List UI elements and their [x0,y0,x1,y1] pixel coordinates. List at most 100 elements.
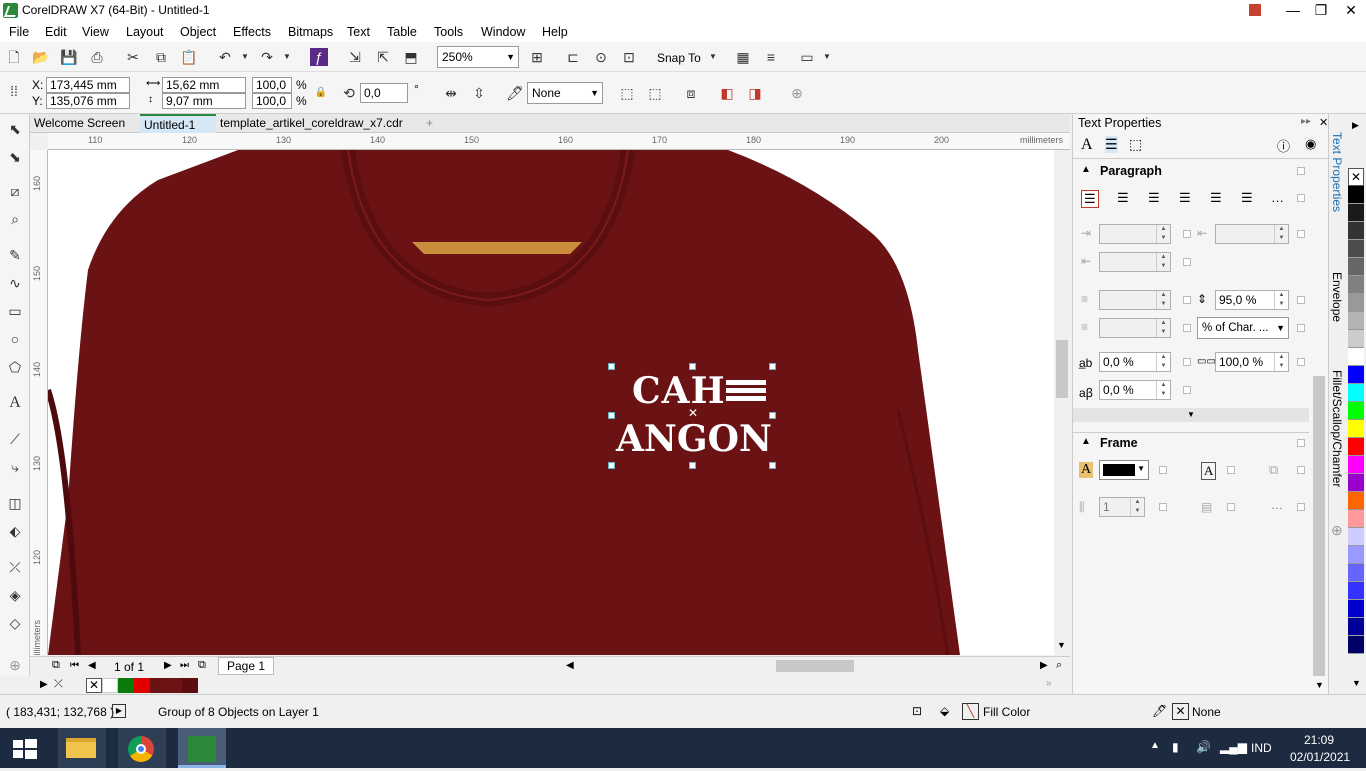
menu-help[interactable]: Help [542,25,568,39]
docker-scroll-down-icon[interactable]: ▼ [1315,680,1324,690]
grid-icon[interactable]: ⊙ [592,48,610,66]
menu-effects[interactable]: Effects [233,25,271,39]
white-palette-swatch[interactable] [1348,348,1364,366]
vertical-alignment-checkbox[interactable] [1227,466,1235,474]
transparency-icon[interactable]: ⬖ [6,522,24,540]
light-blue-swatch[interactable] [1348,546,1364,564]
add-icon[interactable]: ⊕ [788,84,806,102]
selection-handle[interactable] [689,462,696,469]
smart-fill-icon[interactable]: ◇ [6,614,24,632]
no-fill-swatch[interactable]: ✕ [1348,168,1364,186]
language-spacing-checkbox[interactable] [1183,386,1191,394]
black-swatch[interactable] [1348,186,1364,204]
align-center-icon[interactable]: ☰ [1148,190,1160,206]
vertical-scroll-thumb[interactable] [1056,340,1068,398]
minimize-button[interactable]: — [1278,0,1308,20]
gray-30-swatch[interactable] [1348,312,1364,330]
white-swatch[interactable] [102,678,118,693]
menu-bitmaps[interactable]: Bitmaps [288,25,333,39]
royal-blue-swatch[interactable] [1348,582,1364,600]
eyedropper-icon[interactable]: ⤫ [6,558,24,576]
paragraph-checkbox[interactable] [1297,167,1305,175]
rectangle-tool-icon[interactable]: ▭ [6,302,24,320]
magenta-swatch[interactable] [1348,456,1364,474]
drawing-canvas[interactable]: CAH ANGON ✕ [48,150,1054,655]
menu-file[interactable]: File [9,25,29,39]
gray-50-swatch[interactable] [1348,276,1364,294]
first-line-indent-field[interactable]: ▲ ▼ [1099,224,1171,244]
more-alignment-icon[interactable]: … [1271,190,1284,205]
tab-welcome-screen[interactable]: Welcome Screen [30,114,140,133]
page-tab[interactable]: Page 1 [218,657,275,675]
first-page-icon[interactable]: ⏮ [70,660,79,671]
paragraph-tab-icon[interactable]: ☰ [1105,136,1118,153]
coreldraw-taskbar-button[interactable] [178,728,226,768]
frame-layout-icon[interactable]: ⧉ [1269,462,1278,478]
menu-edit[interactable]: Edit [45,25,67,39]
scale-y-field[interactable]: 100,0 [252,93,292,109]
palette-eyedropper-icon[interactable]: ⤫ [54,678,63,691]
column-settings-checkbox[interactable] [1227,503,1235,511]
word-spacing-field[interactable]: 100,0 % ▲ ▼ [1215,352,1289,372]
cyan-swatch[interactable] [1348,384,1364,402]
clock-date[interactable]: 02/01/2021 [1290,750,1350,764]
align-none-icon[interactable]: ☰ [1081,190,1099,208]
space-after-field[interactable]: ▲ ▼ [1099,318,1171,338]
next-page-icon[interactable]: ▶ [164,660,172,671]
word-spacing-checkbox[interactable] [1297,358,1305,366]
status-expand-icon[interactable]: ▶ [112,704,126,718]
color-proofing-icon[interactable]: ⊡ [912,704,922,718]
add-tool-icon[interactable]: ⊕ [6,656,24,674]
frame-layout-checkbox[interactable] [1297,466,1305,474]
object-origin-icon[interactable]: ⁞⁞ [5,82,23,100]
character-spacing-checkbox[interactable] [1183,358,1191,366]
height-field[interactable]: 9,07 mm [162,93,246,109]
welcome-dropdown-icon[interactable]: ▼ [818,48,836,66]
cut-icon[interactable]: ✂ [124,48,142,66]
width-field[interactable]: 15,62 mm [162,77,246,93]
space-after-checkbox[interactable] [1183,324,1191,332]
publish-pdf-icon[interactable]: ⬒ [402,48,420,66]
tab-envelope[interactable]: Envelope [1330,272,1344,322]
drop-shadow-icon[interactable]: ◫ [6,494,24,512]
palette-scroll-down-icon[interactable]: ▼ [1352,678,1361,688]
scroll-right-icon[interactable]: ▶ [1040,660,1048,671]
justify-full-icon[interactable]: ☰ [1210,190,1222,206]
frame-tab-icon[interactable]: ⬚ [1129,136,1142,153]
new-document-icon[interactable]: 🗋 [5,48,23,66]
gray-90-swatch[interactable] [1348,204,1364,222]
align-left-icon[interactable]: ☰ [1117,190,1129,206]
volume-icon[interactable]: 🔊 [1196,740,1211,754]
frame-checkbox[interactable] [1297,439,1305,447]
text-tool-icon[interactable]: A [6,394,24,412]
dark-blue-swatch[interactable] [1348,600,1364,618]
no-color-swatch[interactable]: ✕ [86,678,102,693]
line-spacing-field[interactable]: 95,0 % ▲ ▼ [1215,290,1289,310]
x-position-field[interactable]: 173,445 mm [46,77,130,93]
battery-icon[interactable]: ▮ [1172,740,1179,754]
options-icon[interactable]: ▦ [734,48,752,66]
language-indicator[interactable]: IND [1251,741,1272,755]
character-tab-icon[interactable]: A [1081,136,1093,154]
clock-time[interactable]: 21:09 [1304,733,1334,747]
menu-table[interactable]: Table [387,25,417,39]
character-spacing-field[interactable]: 0,0 % ▲ ▼ [1099,352,1171,372]
save-icon[interactable]: 💾 [60,48,78,66]
blue-swatch[interactable] [1348,366,1364,384]
spacing-unit-checkbox[interactable] [1297,324,1305,332]
scroll-down-icon[interactable]: ▼ [1057,640,1066,650]
start-button[interactable] [0,728,48,768]
red-swatch[interactable] [134,678,150,693]
frame-collapse-icon[interactable]: ▲ [1081,436,1091,447]
tshirt-image[interactable] [48,150,1054,655]
indent-checkbox[interactable] [1183,230,1191,238]
snap-to-button[interactable]: Snap To [657,51,701,65]
columns-checkbox[interactable] [1159,503,1167,511]
freehand-tool-icon[interactable]: ✎ [6,246,24,264]
design-group[interactable]: CAH ANGON ✕ [614,368,774,466]
selection-handle[interactable] [769,462,776,469]
to-back-icon[interactable]: ◨ [746,84,764,102]
prev-page-icon[interactable]: ◀ [88,660,96,671]
navy-swatch[interactable] [1348,618,1364,636]
ellipse-tool-icon[interactable]: ○ [6,330,24,348]
